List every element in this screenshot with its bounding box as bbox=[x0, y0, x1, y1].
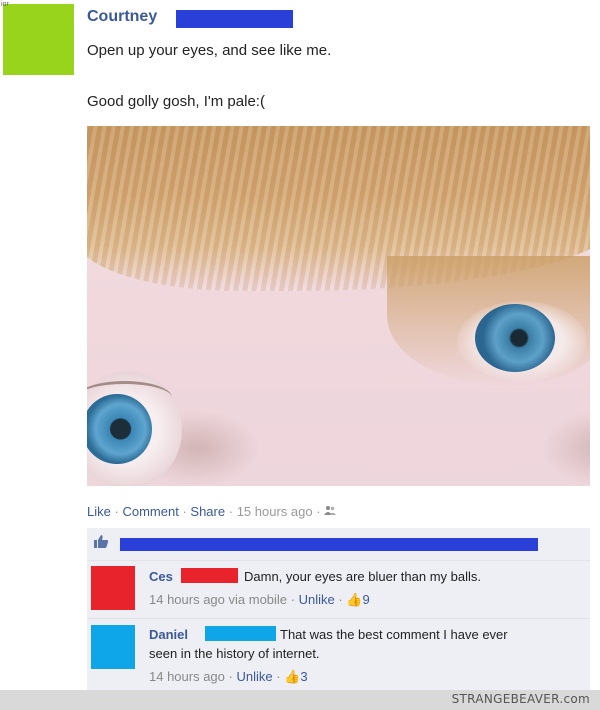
comment-author[interactable]: Ces bbox=[149, 569, 173, 584]
post-actions: Like · Comment · Share · 15 hours ago · bbox=[87, 504, 337, 519]
post-text-line2: Good golly gosh, I'm pale:( bbox=[87, 93, 265, 110]
divider bbox=[87, 618, 590, 619]
footer-bar: STRANGEBEAVER.com bbox=[0, 690, 600, 710]
post-author-name[interactable]: Courtney bbox=[87, 8, 157, 26]
comment-text-line2: seen in the history of internet. bbox=[149, 646, 320, 661]
separator: · bbox=[290, 592, 295, 607]
thumbs-up-icon bbox=[93, 534, 109, 554]
watermark: STRANGEBEAVER.com bbox=[451, 692, 590, 706]
redacted-surname bbox=[205, 626, 276, 641]
comment-text: Damn, your eyes are bluer than my balls. bbox=[244, 569, 481, 584]
comment-like-count[interactable]: 👍9 bbox=[346, 592, 369, 607]
post-timestamp[interactable]: 15 hours ago bbox=[237, 504, 313, 519]
thumbs-up-icon: 👍 bbox=[346, 592, 363, 607]
like-count-value: 3 bbox=[300, 669, 308, 684]
comment-like-count[interactable]: 👍3 bbox=[284, 669, 307, 684]
redacted-surname bbox=[176, 10, 293, 28]
comment-link[interactable]: Comment bbox=[122, 504, 178, 519]
redacted-likers bbox=[120, 538, 538, 551]
corner-text: ior bbox=[1, 1, 9, 8]
comments-section: Ces Damn, your eyes are bluer than my ba… bbox=[87, 528, 590, 690]
unlike-link[interactable]: Unlike bbox=[237, 669, 273, 684]
separator: · bbox=[228, 669, 233, 684]
like-count-value: 9 bbox=[362, 592, 370, 607]
likes-bar bbox=[87, 528, 590, 561]
post-text-line1: Open up your eyes, and see like me. bbox=[87, 42, 332, 59]
comment-meta: 14 hours ago · Unlike · 👍3 bbox=[149, 669, 308, 685]
comment-avatar[interactable] bbox=[91, 566, 135, 610]
separator: · bbox=[276, 669, 281, 684]
separator: · bbox=[114, 504, 119, 519]
post-photo[interactable] bbox=[87, 126, 590, 486]
author-avatar[interactable]: ior bbox=[1, 1, 74, 75]
separator: · bbox=[316, 504, 321, 519]
share-link[interactable]: Share bbox=[190, 504, 225, 519]
separator: · bbox=[182, 504, 187, 519]
comment-author[interactable]: Daniel bbox=[149, 627, 188, 642]
photo-right-iris bbox=[475, 304, 555, 372]
audience-friends-icon[interactable] bbox=[324, 505, 337, 519]
comment-timestamp[interactable]: 14 hours ago bbox=[149, 669, 225, 684]
photo-left-lash bbox=[87, 381, 172, 414]
redacted-surname bbox=[181, 568, 238, 583]
comment-meta: 14 hours ago via mobile · Unlike · 👍9 bbox=[149, 592, 370, 608]
comment-avatar[interactable] bbox=[91, 625, 135, 669]
thumbs-up-icon: 👍 bbox=[284, 669, 301, 684]
comment-text-line1: That was the best comment I have ever bbox=[280, 627, 508, 642]
like-link[interactable]: Like bbox=[87, 504, 111, 519]
separator: · bbox=[228, 504, 234, 519]
unlike-link[interactable]: Unlike bbox=[299, 592, 335, 607]
separator: · bbox=[338, 592, 343, 607]
comment-timestamp[interactable]: 14 hours ago via mobile bbox=[149, 592, 287, 607]
